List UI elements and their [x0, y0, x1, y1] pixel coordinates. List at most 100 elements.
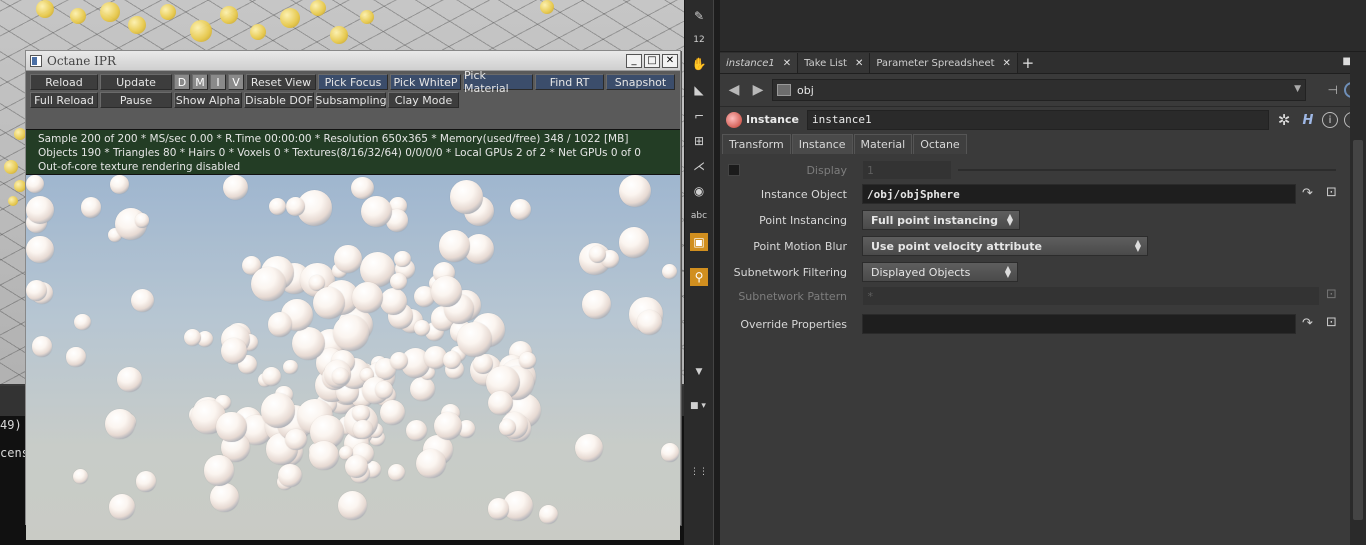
show-alpha-button[interactable]: Show Alpha	[174, 92, 242, 108]
subnetwork-pattern-field[interactable]: *	[862, 286, 1320, 306]
pick-material-button[interactable]: Pick Material	[463, 69, 533, 95]
d-button[interactable]: D	[174, 74, 190, 90]
abc-icon[interactable]: abc	[688, 208, 710, 224]
parameter-pane: instance1 ✕ Take List ✕ Parameter Spread…	[720, 0, 1366, 545]
render-sphere	[278, 463, 302, 488]
render-sphere	[337, 491, 367, 521]
join-icon[interactable]: ⋌	[691, 158, 707, 174]
network-path-field[interactable]: obj ▼	[772, 79, 1306, 101]
render-sphere	[660, 443, 680, 462]
brush-icon[interactable]: ✎	[691, 8, 707, 24]
update-button[interactable]: Update	[100, 74, 172, 90]
find-rt-button[interactable]: Find RT	[535, 74, 604, 90]
instance-object-field[interactable]: /obj/objSphere	[862, 184, 1296, 204]
tab-take-list[interactable]: Take List ✕	[798, 53, 871, 73]
tab-octane[interactable]: Octane	[913, 134, 967, 154]
point-motion-blur-menu[interactable]: Use point velocity attribute ▲ ▼	[862, 236, 1148, 256]
forward-arrow-icon[interactable]: ▶	[748, 82, 768, 98]
chevron-down-icon[interactable]: ▼	[1294, 84, 1301, 94]
pause-button[interactable]: Pause	[100, 92, 172, 108]
node-type-label: Instance	[746, 113, 799, 126]
console-side: ■ ▾ ⋮⋮	[684, 384, 713, 545]
curve-icon[interactable]: ⌐	[691, 108, 707, 124]
clay-mode-button[interactable]: Clay Mode	[388, 92, 459, 108]
viewport-sphere	[330, 26, 348, 44]
circle-icon[interactable]: ◉	[691, 183, 707, 199]
sculpt-icon[interactable]: ◣	[691, 82, 707, 98]
render-sphere	[109, 175, 129, 194]
subsampling-button[interactable]: Subsampling	[315, 92, 387, 108]
i-button[interactable]: I	[210, 74, 226, 90]
console-line: 49)	[0, 418, 22, 432]
twelve-icon[interactable]: 12	[691, 32, 707, 48]
path-value: obj	[797, 83, 814, 97]
render-sphere	[291, 326, 325, 360]
display-field[interactable]: 1	[862, 160, 952, 180]
image-icon[interactable]: ▣	[690, 233, 708, 251]
add-tab-button[interactable]: +	[1018, 53, 1038, 73]
pin-icon[interactable]: ⊣	[1328, 83, 1338, 97]
disable-dof-button[interactable]: Disable DOF	[244, 92, 314, 108]
grid-icon[interactable]: ⊞	[691, 133, 707, 149]
close-icon[interactable]: ✕	[1003, 58, 1011, 69]
close-icon[interactable]: ✕	[855, 58, 863, 69]
drag-handle-icon[interactable]: ⋮⋮	[690, 464, 708, 480]
point-instancing-menu[interactable]: Full point instancing ▲ ▼	[862, 210, 1020, 230]
back-arrow-icon[interactable]: ◀	[724, 82, 744, 98]
tab-instance1[interactable]: instance1 ✕	[720, 53, 799, 73]
full-reload-button[interactable]: Full Reload	[30, 92, 98, 108]
viewport-sphere	[128, 16, 146, 34]
tab-instance[interactable]: Instance	[791, 134, 853, 154]
folder-icon	[777, 84, 791, 96]
render-sphere	[66, 347, 86, 367]
subnetwork-filtering-menu[interactable]: Displayed Objects ▲ ▼	[862, 262, 1018, 282]
override-properties-label: Override Properties	[740, 318, 847, 331]
maximize-button[interactable]: □	[644, 53, 660, 68]
override-properties-field[interactable]	[862, 314, 1296, 334]
pick-whitep-button[interactable]: Pick WhiteP	[390, 74, 461, 90]
v-button[interactable]: V	[228, 74, 244, 90]
tab-parameter-spreadsheet[interactable]: Parameter Spreadsheet ✕	[870, 53, 1018, 73]
node-name-field[interactable]: instance1	[806, 109, 1269, 130]
render-sphere	[135, 213, 150, 228]
ipr-titlebar[interactable]: Octane IPR _ □ ✕	[26, 51, 680, 71]
close-button[interactable]: ✕	[662, 53, 678, 68]
display-slider[interactable]	[958, 169, 1336, 171]
info-icon[interactable]: i	[1322, 112, 1338, 128]
jump-to-icon[interactable]: ↷	[1302, 186, 1313, 201]
viewport-sphere	[250, 24, 266, 40]
pin-icon[interactable]: ⚲	[690, 268, 708, 286]
render-preview[interactable]	[26, 175, 680, 540]
render-sphere	[285, 428, 307, 451]
tab-material[interactable]: Material	[853, 134, 913, 154]
scroll-down-icon[interactable]: ▼	[691, 364, 707, 380]
reload-button[interactable]: Reload	[30, 74, 98, 90]
jump-to-icon[interactable]: ↷	[1302, 316, 1313, 331]
render-sphere	[332, 368, 349, 385]
point-instancing-label: Point Instancing	[759, 214, 847, 227]
console-menu-icon[interactable]: ■ ▾	[684, 398, 712, 414]
menu-value: Displayed Objects	[871, 265, 971, 279]
reset-view-button[interactable]: Reset View	[246, 74, 316, 90]
close-icon[interactable]: ✕	[783, 58, 791, 69]
gear-icon[interactable]: ✲	[1276, 111, 1292, 129]
hand-icon[interactable]: ✋	[691, 56, 707, 72]
render-sphere	[442, 350, 461, 369]
viewport-sphere	[8, 196, 18, 206]
minimize-button[interactable]: _	[626, 53, 642, 68]
node-chooser-icon[interactable]: ⊡	[1326, 287, 1337, 302]
node-chooser-icon[interactable]: ⊡	[1326, 185, 1337, 200]
instance-node-icon	[726, 111, 742, 128]
display-label: Display	[806, 164, 847, 177]
m-button[interactable]: M	[192, 74, 208, 90]
viewport-sphere	[36, 0, 54, 18]
scrollbar-thumb[interactable]	[1353, 140, 1363, 520]
tab-transform[interactable]: Transform	[722, 134, 791, 154]
pane-splitter[interactable]	[713, 0, 720, 545]
render-sphere	[353, 419, 373, 440]
pick-focus-button[interactable]: Pick Focus	[318, 74, 388, 90]
node-chooser-icon[interactable]: ⊡	[1326, 315, 1337, 330]
snapshot-button[interactable]: Snapshot	[606, 74, 675, 90]
pane-scrollbar[interactable]	[1350, 52, 1366, 545]
houdini-help-icon[interactable]: H	[1300, 112, 1316, 128]
